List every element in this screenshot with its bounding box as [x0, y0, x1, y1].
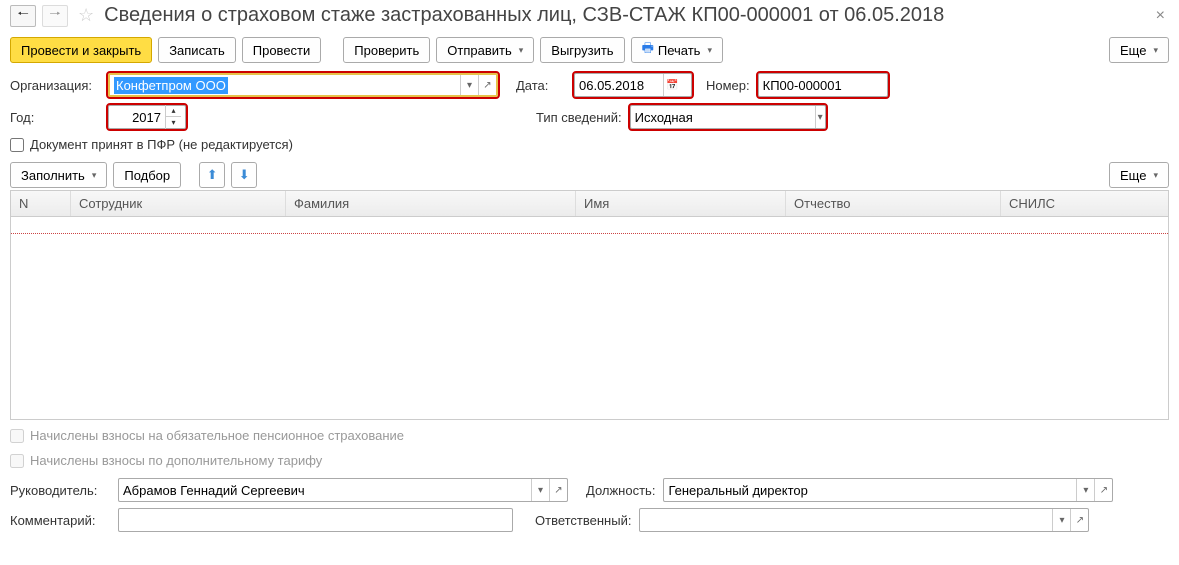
open-icon[interactable]: ↗ — [549, 479, 567, 501]
type-field[interactable]: ▾ — [630, 105, 826, 129]
manager-label: Руководитель: — [10, 483, 110, 498]
year-spinner[interactable]: ▴▾ — [165, 105, 181, 129]
col-employee[interactable]: Сотрудник — [71, 191, 286, 216]
date-label: Дата: — [516, 78, 566, 93]
pension-contrib-label: Начислены взносы на обязательное пенсион… — [30, 428, 404, 443]
number-label: Номер: — [706, 78, 750, 93]
dropdown-icon[interactable]: ▾ — [815, 106, 825, 128]
date-input[interactable] — [575, 74, 663, 96]
more-button[interactable]: Еще — [1109, 37, 1169, 63]
year-input[interactable] — [109, 106, 165, 128]
arrow-up-icon: ⬆ — [207, 167, 218, 183]
dropdown-icon[interactable]: ▾ — [1076, 479, 1094, 501]
col-n[interactable]: N — [11, 191, 71, 216]
favorite-star-icon[interactable]: ☆ — [78, 5, 94, 26]
responsible-label: Ответственный: — [535, 513, 631, 528]
org-field[interactable]: Конфетпром ООО ▾ ↗ — [108, 73, 498, 97]
forward-button[interactable]: 🠒 — [42, 5, 68, 27]
manager-input[interactable] — [119, 479, 531, 501]
select-button[interactable]: Подбор — [113, 162, 181, 188]
table-more-button[interactable]: Еще — [1109, 162, 1169, 188]
dropdown-icon[interactable]: ▾ — [460, 75, 478, 95]
pfr-accepted-checkbox[interactable] — [10, 138, 24, 152]
open-icon[interactable]: ↗ — [1070, 509, 1088, 531]
insertion-line — [11, 233, 1168, 234]
date-field[interactable]: 📅 — [574, 73, 692, 97]
year-field[interactable]: ▴▾ — [108, 105, 186, 129]
comment-input[interactable] — [119, 509, 512, 531]
send-button[interactable]: Отправить — [436, 37, 534, 63]
type-input[interactable] — [631, 106, 815, 128]
table-body[interactable] — [11, 217, 1168, 417]
responsible-field[interactable]: ▾ ↗ — [639, 508, 1089, 532]
dropdown-icon[interactable]: ▾ — [1052, 509, 1070, 531]
col-firstname[interactable]: Имя — [576, 191, 786, 216]
open-icon[interactable]: ↗ — [478, 75, 496, 95]
comment-field[interactable] — [118, 508, 513, 532]
number-field[interactable] — [758, 73, 888, 97]
number-input[interactable] — [759, 74, 887, 96]
pfr-accepted-label: Документ принят в ПФР (не редактируется) — [30, 137, 293, 152]
responsible-input[interactable] — [640, 509, 1052, 531]
col-patronymic[interactable]: Отчество — [786, 191, 1001, 216]
move-down-button[interactable]: ⬇ — [231, 162, 257, 188]
employees-table[interactable]: N Сотрудник Фамилия Имя Отчество СНИЛС — [10, 190, 1169, 420]
position-field[interactable]: ▾ ↗ — [663, 478, 1113, 502]
fill-button[interactable]: Заполнить — [10, 162, 107, 188]
print-button[interactable]: 🖶Печать — [631, 37, 723, 63]
post-and-close-button[interactable]: Провести и закрыть — [10, 37, 152, 63]
move-up-button[interactable]: ⬆ — [199, 162, 225, 188]
calendar-icon[interactable]: 📅 — [663, 74, 681, 96]
org-value: Конфетпром ООО — [114, 77, 228, 94]
year-label: Год: — [10, 110, 100, 125]
spin-down-icon[interactable]: ▾ — [166, 117, 181, 129]
spin-up-icon[interactable]: ▴ — [166, 105, 181, 117]
close-button[interactable]: × — [1152, 7, 1169, 25]
open-icon[interactable]: ↗ — [1094, 479, 1112, 501]
position-input[interactable] — [664, 479, 1076, 501]
manager-field[interactable]: ▾ ↗ — [118, 478, 568, 502]
check-button[interactable]: Проверить — [343, 37, 430, 63]
col-lastname[interactable]: Фамилия — [286, 191, 576, 216]
arrow-down-icon: ⬇ — [239, 167, 250, 183]
post-button[interactable]: Провести — [242, 37, 322, 63]
printer-icon: 🖶 — [642, 39, 654, 61]
back-button[interactable]: 🠐 — [10, 5, 36, 27]
dropdown-icon[interactable]: ▾ — [531, 479, 549, 501]
save-button[interactable]: Записать — [158, 37, 236, 63]
position-label: Должность: — [586, 483, 655, 498]
extra-tariff-label: Начислены взносы по дополнительному тари… — [30, 453, 322, 468]
org-label: Организация: — [10, 78, 100, 93]
pension-contrib-checkbox — [10, 429, 24, 443]
type-label: Тип сведений: — [536, 110, 622, 125]
col-snils[interactable]: СНИЛС — [1001, 191, 1168, 216]
upload-button[interactable]: Выгрузить — [540, 37, 624, 63]
comment-label: Комментарий: — [10, 513, 110, 528]
extra-tariff-checkbox — [10, 454, 24, 468]
page-title: Сведения о страховом стаже застрахованны… — [104, 4, 1146, 27]
